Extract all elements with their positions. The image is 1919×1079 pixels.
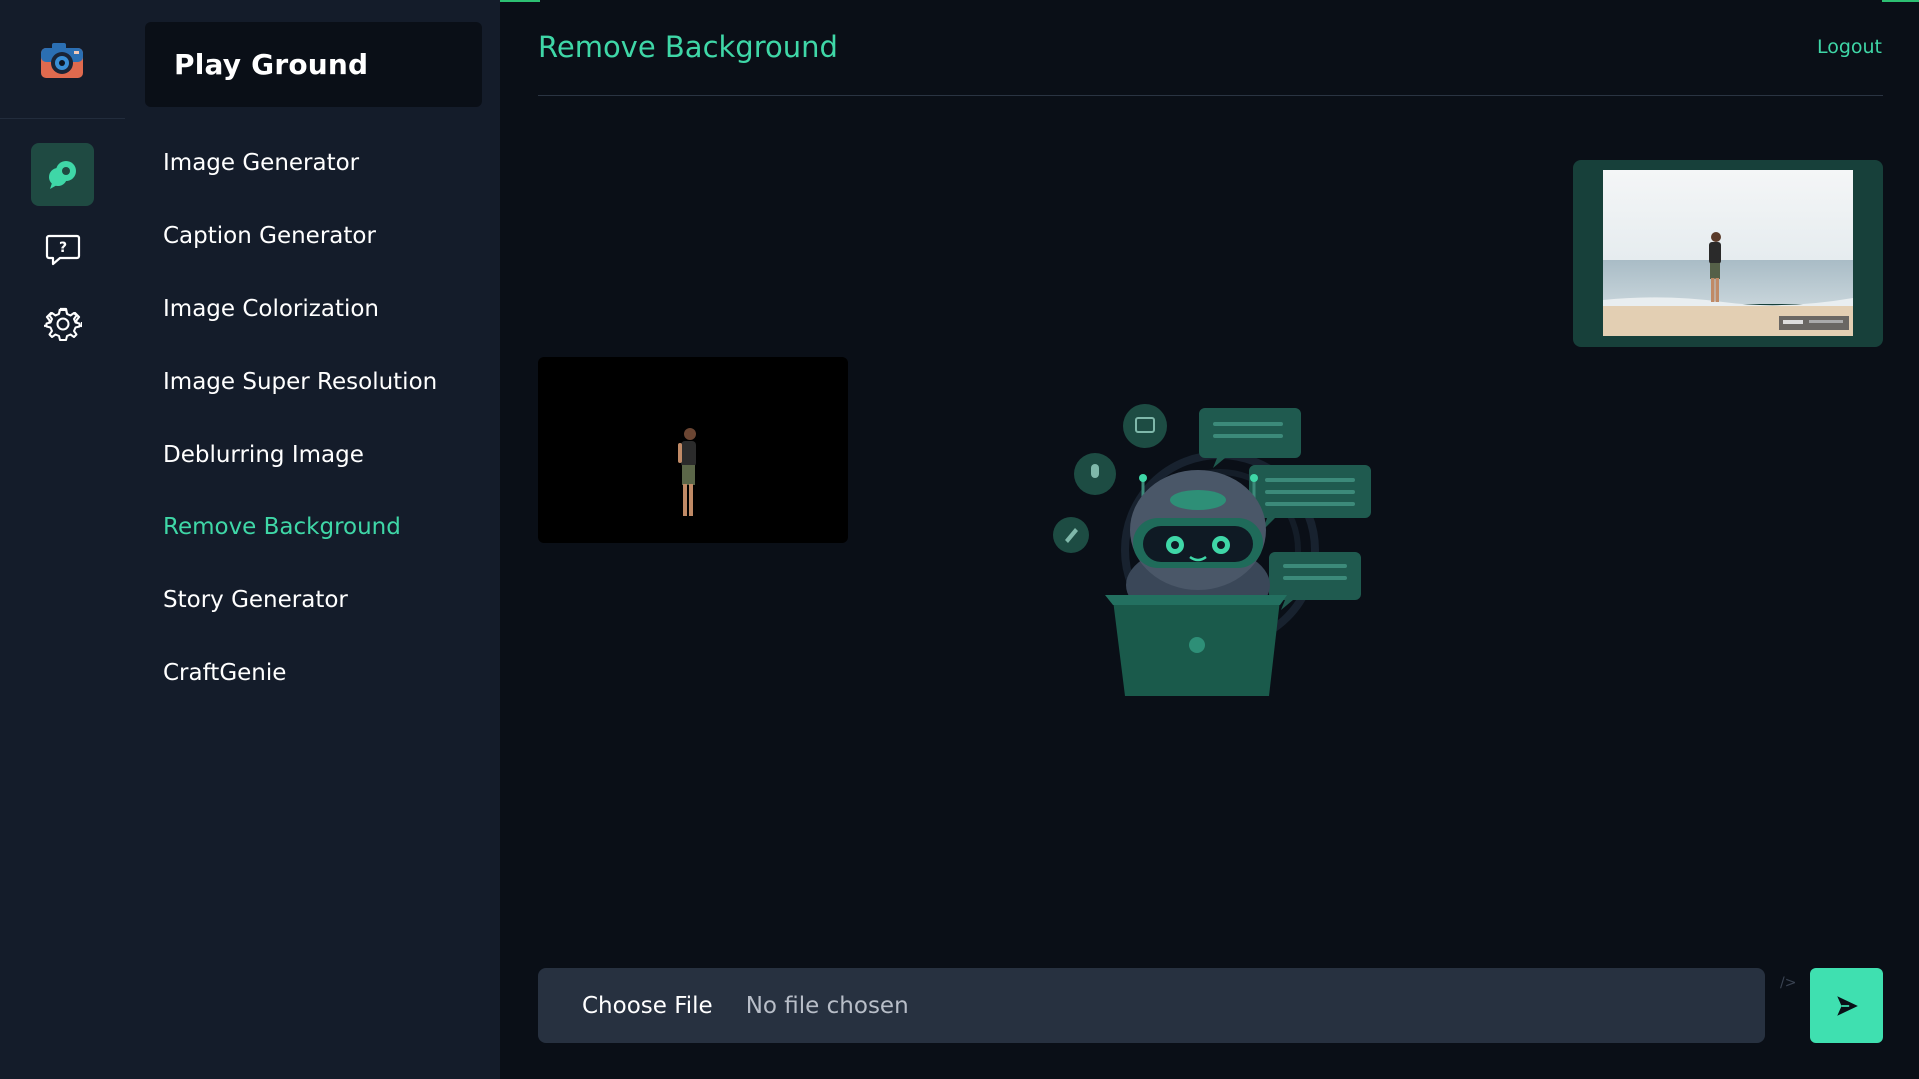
settings-rail-button[interactable] — [31, 292, 94, 355]
sidebar-item-remove-background[interactable]: Remove Background — [163, 514, 401, 540]
ghost-code-text: /> — [1780, 975, 1797, 991]
send-arrow-icon — [1836, 995, 1858, 1016]
page-title: Remove Background — [538, 30, 838, 64]
svg-text:?: ? — [58, 240, 66, 256]
send-button[interactable] — [1810, 968, 1883, 1043]
sidebar-item-story-generator[interactable]: Story Generator — [163, 587, 348, 613]
logout-link[interactable]: Logout — [1817, 36, 1882, 58]
gear-icon — [43, 307, 82, 341]
chat-bubbles-icon — [48, 160, 76, 189]
rail-divider — [0, 118, 125, 119]
sidebar-item-image-colorization[interactable]: Image Colorization — [163, 296, 379, 322]
sidebar-item-caption-generator[interactable]: Caption Generator — [163, 223, 376, 249]
sidebar-item-craftgenie[interactable]: CraftGenie — [163, 660, 286, 686]
sidebar-item-deblurring-image[interactable]: Deblurring Image — [163, 442, 364, 468]
choose-file-button[interactable]: Choose File — [582, 993, 713, 1019]
sidebar-item-image-generator[interactable]: Image Generator — [163, 150, 359, 176]
input-image — [1603, 170, 1853, 336]
brand-title: Play Ground — [145, 22, 482, 107]
top-accent-line — [1882, 0, 1919, 2]
app-root: ? Play Ground Image Generator Caption Ge… — [0, 0, 1919, 1079]
help-bubble-icon: ? — [45, 234, 80, 265]
file-upload-bar: Choose File No file chosen — [538, 968, 1765, 1043]
main-content: Remove Background Logout Choose File No … — [500, 0, 1919, 1079]
robot-laptop-illustration — [1025, 400, 1405, 700]
chat-rail-button[interactable] — [31, 143, 94, 206]
file-status-text: No file chosen — [745, 992, 909, 1019]
top-accent-line — [500, 0, 540, 2]
sidebar: Play Ground Image Generator Caption Gene… — [125, 0, 500, 1079]
help-rail-button[interactable]: ? — [31, 217, 94, 280]
input-image-card — [1573, 160, 1883, 347]
sidebar-item-image-super-resolution[interactable]: Image Super Resolution — [163, 369, 437, 395]
output-image — [538, 357, 848, 543]
camera-logo-icon[interactable] — [38, 38, 86, 82]
header-divider — [538, 95, 1883, 96]
icon-rail: ? — [0, 0, 125, 1079]
